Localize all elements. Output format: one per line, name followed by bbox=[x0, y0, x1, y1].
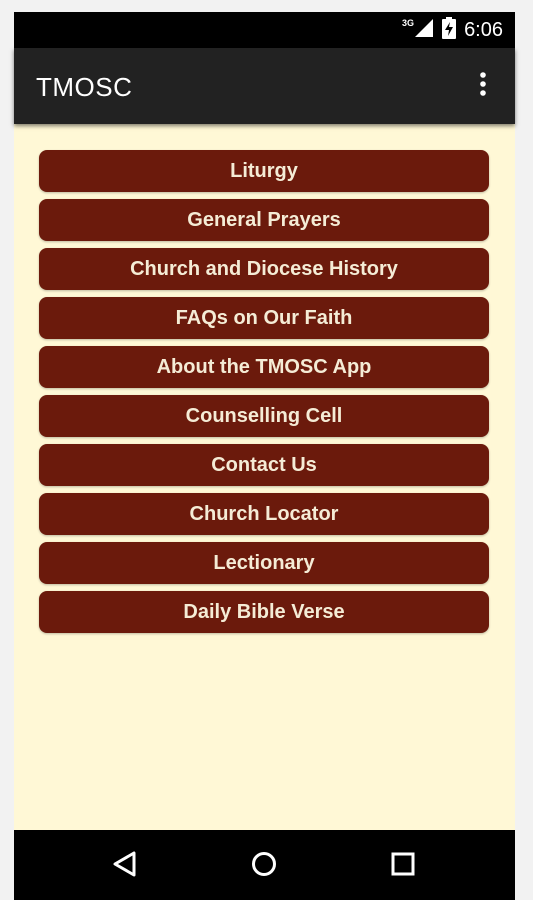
status-clock: 6:06 bbox=[464, 18, 503, 41]
device-frame: 3G 6:06 TMOSC Liturgy General Prayers Ch… bbox=[0, 0, 533, 900]
contact-us-button[interactable]: Contact Us bbox=[39, 444, 489, 486]
counselling-cell-button[interactable]: Counselling Cell bbox=[39, 395, 489, 437]
network-type-label: 3G bbox=[402, 18, 415, 28]
church-diocese-history-button[interactable]: Church and Diocese History bbox=[39, 248, 489, 290]
battery-charging-icon bbox=[442, 16, 457, 44]
about-app-button[interactable]: About the TMOSC App bbox=[39, 346, 489, 388]
back-icon bbox=[112, 850, 138, 883]
more-vert-icon bbox=[479, 71, 487, 102]
recents-button[interactable] bbox=[385, 848, 421, 884]
menu-list: Liturgy General Prayers Church and Dioce… bbox=[39, 150, 489, 633]
back-button[interactable] bbox=[107, 848, 143, 884]
church-locator-button[interactable]: Church Locator bbox=[39, 493, 489, 535]
main-content: Liturgy General Prayers Church and Dioce… bbox=[14, 124, 515, 830]
home-icon bbox=[250, 850, 278, 883]
general-prayers-button[interactable]: General Prayers bbox=[39, 199, 489, 241]
phone-screen: 3G 6:06 TMOSC Liturgy General Prayers Ch… bbox=[14, 12, 515, 900]
app-bar: TMOSC bbox=[14, 48, 515, 124]
liturgy-button[interactable]: Liturgy bbox=[39, 150, 489, 192]
overflow-menu-button[interactable] bbox=[465, 68, 501, 104]
recents-icon bbox=[390, 851, 416, 882]
daily-bible-verse-button[interactable]: Daily Bible Verse bbox=[39, 591, 489, 633]
navigation-bar bbox=[14, 830, 515, 900]
lectionary-button[interactable]: Lectionary bbox=[39, 542, 489, 584]
home-button[interactable] bbox=[246, 848, 282, 884]
status-bar: 3G 6:06 bbox=[14, 12, 515, 48]
status-icons: 3G 6:06 bbox=[402, 16, 503, 44]
faqs-on-our-faith-button[interactable]: FAQs on Our Faith bbox=[39, 297, 489, 339]
signal-icon bbox=[414, 18, 434, 43]
app-title: TMOSC bbox=[36, 72, 133, 102]
